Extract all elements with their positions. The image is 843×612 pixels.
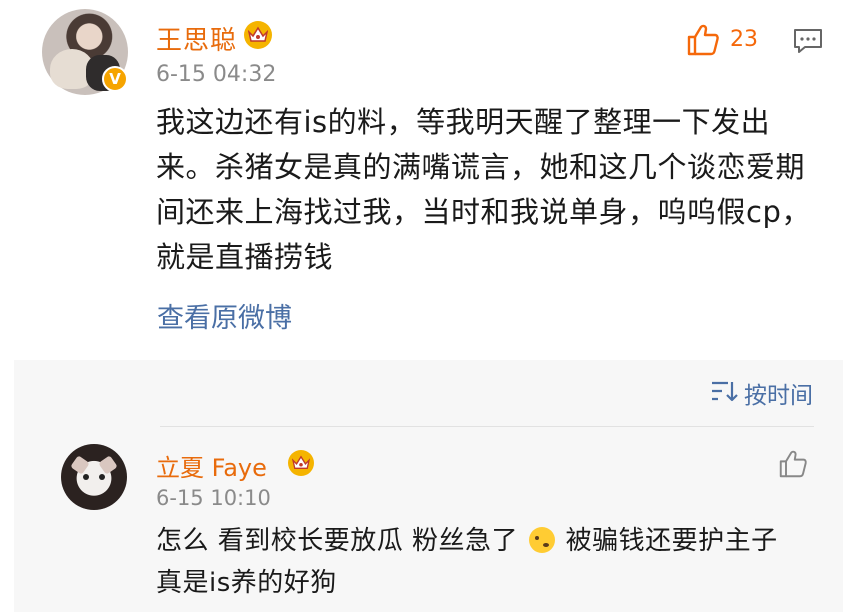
crown-icon: [244, 21, 272, 49]
sort-label: 按时间: [744, 383, 813, 409]
comment-time: 6-15 10:10: [156, 486, 271, 510]
crown-icon: [288, 450, 314, 476]
comments-section: 按时间 立夏 Faye 6-15 10:10 怎么 看到校长要放瓜 粉丝急了 被…: [14, 360, 843, 612]
sort-icon: [710, 379, 738, 407]
post-text: 我这边还有is的料，等我明天醒了整理一下发出来。杀猪女是真的满嘴谎言，她和这几个…: [156, 105, 811, 274]
thumbs-up-icon[interactable]: [686, 24, 720, 60]
weibo-post: V 王思聪 6-15 04:32 23 我这边还有is的料，等我明天醒了整理一下…: [0, 0, 843, 360]
thumbs-up-icon[interactable]: [778, 450, 808, 482]
post-time: 6-15 04:32: [156, 62, 277, 87]
author-name[interactable]: 王思聪: [156, 20, 237, 57]
comment-icon[interactable]: [793, 28, 823, 58]
commenter-name[interactable]: 立夏 Faye: [156, 448, 267, 483]
verified-badge: V: [102, 66, 128, 92]
comment-text-part1: 怎么 看到校长要放瓜 粉丝急了: [156, 526, 519, 556]
divider: [160, 426, 814, 427]
like-count: 23: [730, 27, 758, 52]
sort-toggle[interactable]: 按时间: [710, 376, 813, 410]
emoji-thinking-icon: [528, 527, 555, 553]
comment-text: 怎么 看到校长要放瓜 粉丝急了 被骗钱还要护主子 真是is养的好狗: [156, 520, 806, 604]
view-original-link[interactable]: 查看原微博: [157, 296, 292, 335]
commenter-avatar[interactable]: [61, 444, 127, 510]
